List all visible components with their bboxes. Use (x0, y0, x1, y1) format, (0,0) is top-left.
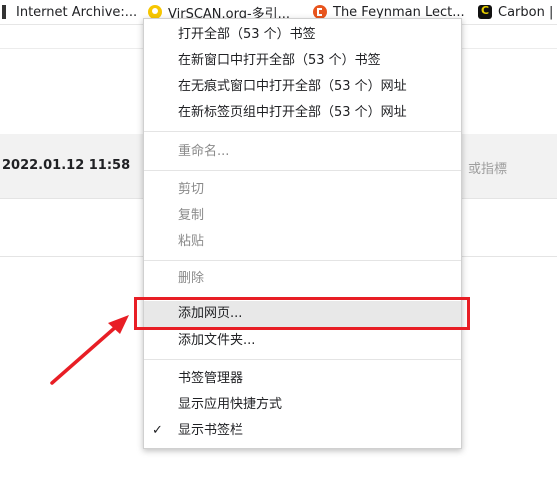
menu-item-copy[interactable]: 复制 (144, 203, 461, 229)
feynman-icon (313, 5, 327, 19)
menu-separator (144, 359, 461, 360)
menu-separator (144, 260, 461, 261)
menu-item-label: 重命名... (178, 144, 230, 159)
menu-item-open-all-new-window[interactable]: 在新窗口中打开全部（53 个）书签 (144, 48, 461, 74)
browser-page: Internet Archive:... VirSCAN.org-多引... T… (0, 0, 557, 479)
menu-item-label: 在新标签页组中打开全部（53 个）网址 (178, 105, 407, 120)
menu-item-open-all-incognito[interactable]: 在无痕式窗口中打开全部（53 个）网址 (144, 74, 461, 100)
menu-item-label: 显示书签栏 (178, 423, 244, 438)
bookmark-context-menu: 打开全部（53 个）书签 在新窗口中打开全部（53 个）书签 在无痕式窗口中打开… (143, 18, 462, 449)
menu-item-label: 删除 (178, 271, 205, 286)
bookmark-carbon[interactable]: Carbon | (478, 0, 553, 24)
menu-item-add-folder[interactable]: 添加文件夹... (144, 328, 461, 354)
annotation-highlight-box (134, 297, 470, 330)
menu-item-paste[interactable]: 粘贴 (144, 229, 461, 255)
menu-item-label: 剪切 (178, 182, 205, 197)
checkmark-icon: ✓ (152, 423, 163, 438)
menu-separator (144, 170, 461, 171)
menu-item-label: 添加文件夹... (178, 333, 256, 348)
bookmark-label: Carbon | (498, 4, 554, 20)
virscan-icon (148, 5, 162, 19)
menu-item-label: 在新窗口中打开全部（53 个）书签 (178, 53, 381, 68)
menu-item-label: 粘贴 (178, 234, 205, 249)
menu-item-label: 在无痕式窗口中打开全部（53 个）网址 (178, 79, 407, 94)
menu-separator (144, 131, 461, 132)
menu-item-cut[interactable]: 剪切 (144, 177, 461, 203)
bookmark-internet-archive[interactable]: Internet Archive:... (0, 0, 137, 24)
menu-item-bookmark-manager[interactable]: 书签管理器 (144, 366, 461, 392)
menu-item-rename[interactable]: 重命名... (144, 139, 461, 165)
menu-item-label: 复制 (178, 208, 205, 223)
menu-item-open-all[interactable]: 打开全部（53 个）书签 (144, 22, 461, 48)
menu-item-label: 显示应用快捷方式 (178, 397, 283, 412)
menu-item-delete[interactable]: 删除 (144, 266, 461, 292)
menu-item-show-bookmarks-bar[interactable]: ✓ 显示书签栏 (144, 418, 461, 444)
menu-item-label: 打开全部（53 个）书签 (178, 27, 316, 42)
row-right-text: 或指標 (468, 162, 508, 177)
menu-item-show-apps-shortcut[interactable]: 显示应用快捷方式 (144, 392, 461, 418)
menu-item-label: 书签管理器 (178, 371, 244, 386)
carbon-icon (478, 4, 492, 19)
menu-item-open-all-tab-group[interactable]: 在新标签页组中打开全部（53 个）网址 (144, 100, 461, 126)
archive-icon (2, 5, 6, 19)
bookmark-label: Internet Archive:... (16, 4, 138, 20)
row-date: 2022.01.12 11:58 (2, 158, 131, 173)
